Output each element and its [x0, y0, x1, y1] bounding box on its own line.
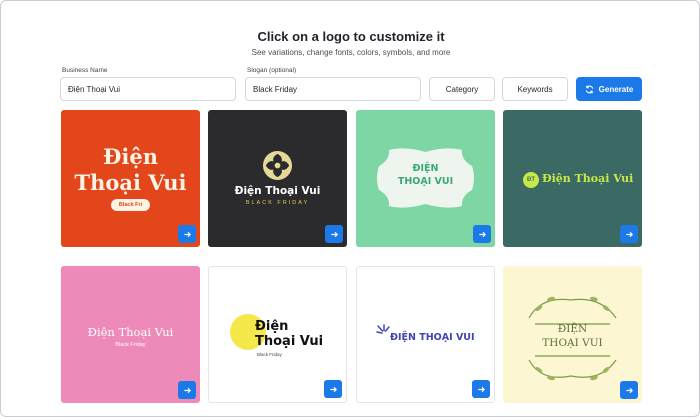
- logo-5-name: Điện Thoại Vui: [87, 325, 174, 339]
- burst-icon: [376, 324, 390, 334]
- slogan-input[interactable]: [245, 77, 421, 101]
- logo-card-5[interactable]: Điện Thoại Vui Black Friday: [61, 266, 200, 403]
- logo-2-name: Điện Thoại Vui: [234, 185, 321, 197]
- customize-arrow-button[interactable]: [324, 380, 342, 398]
- arrow-right-icon: [183, 231, 191, 237]
- category-button[interactable]: Category: [429, 77, 495, 101]
- logo-card-3[interactable]: ĐIỆN THOẠI VUI: [356, 110, 495, 247]
- logo-card-6[interactable]: Điện Thoại Vui Black Friday: [208, 266, 347, 403]
- arrow-right-icon: [183, 387, 191, 393]
- page-title: Click on a logo to customize it: [257, 29, 445, 44]
- logo-3-line2: THOẠI VUI: [397, 176, 454, 187]
- logo-6-line2: Thoại Vui: [255, 334, 324, 349]
- logo-7-name: ĐIỆN THOẠI VUI: [390, 332, 475, 343]
- logo-3-line1: ĐIỆN: [412, 163, 439, 174]
- customize-arrow-button[interactable]: [325, 225, 343, 243]
- logo-1-badge: Black Fri: [111, 199, 150, 211]
- logo-6-line1: Điện: [255, 319, 289, 334]
- logo-1-line1: Điện: [103, 144, 158, 169]
- arrow-right-icon: [625, 231, 633, 237]
- generate-button[interactable]: Generate: [576, 77, 642, 101]
- customize-arrow-button[interactable]: [178, 381, 196, 399]
- refresh-icon: [585, 85, 593, 93]
- logo-card-7[interactable]: ĐIỆN THOẠI VUI: [356, 266, 495, 403]
- logo-card-8[interactable]: ĐIỆN THOẠI VUI: [503, 266, 642, 403]
- logo-8-line2: THOẠI VUI: [542, 337, 603, 349]
- page-subtitle: See variations, change fonts, colors, sy…: [251, 48, 451, 57]
- logo-4-name: Điện Thoại Vui: [542, 172, 634, 185]
- arrow-right-icon: [478, 231, 486, 237]
- logo-6-slogan: Black Friday: [257, 352, 282, 357]
- generate-label: Generate: [598, 84, 634, 94]
- logo-maker-page: Click on a logo to customize it See vari…: [0, 0, 700, 417]
- customize-arrow-button[interactable]: [620, 381, 638, 399]
- customize-arrow-button[interactable]: [473, 225, 491, 243]
- logo-card-4[interactable]: ĐT Điện Thoại Vui: [503, 110, 642, 247]
- logo-5-slogan: Black Friday: [115, 342, 146, 348]
- customize-arrow-button[interactable]: [472, 380, 490, 398]
- logo-2-slogan: BLACK FRIDAY: [245, 200, 310, 206]
- arrow-right-icon: [330, 231, 338, 237]
- customize-arrow-button[interactable]: [620, 225, 638, 243]
- logo-card-1[interactable]: Điện Thoại Vui Black Fri: [61, 110, 200, 247]
- keywords-button[interactable]: Keywords: [502, 77, 568, 101]
- logo-8-line1: ĐIỆN: [557, 323, 588, 335]
- swirl-icon: [262, 150, 293, 181]
- arrow-right-icon: [625, 387, 633, 393]
- logo-4-initials: ĐT: [523, 172, 539, 188]
- business-name-label: Business Name: [62, 67, 108, 74]
- arrow-right-icon: [477, 386, 485, 392]
- business-name-input[interactable]: [60, 77, 236, 101]
- arrow-right-icon: [329, 386, 337, 392]
- slogan-label: Slogan (optional): [247, 67, 297, 74]
- logo-1-line2: Thoại Vui: [74, 170, 187, 195]
- logo-card-2[interactable]: Điện Thoại Vui BLACK FRIDAY: [208, 110, 347, 247]
- customize-arrow-button[interactable]: [178, 225, 196, 243]
